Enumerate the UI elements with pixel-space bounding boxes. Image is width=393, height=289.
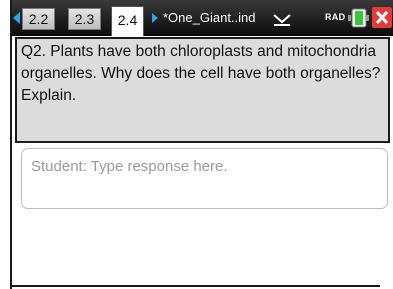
question-text: Q2. Plants have both chloroplasts and mi… (21, 43, 381, 104)
left-arrow-icon[interactable] (13, 12, 20, 24)
angle-mode-label: RAD (325, 12, 346, 22)
close-icon[interactable] (372, 7, 392, 28)
tab-bar-divider (12, 35, 393, 36)
tab-2-3[interactable]: 2.3 (68, 8, 101, 30)
window-frame-left (10, 0, 12, 289)
document-title[interactable]: *One_Giant..ind (163, 10, 256, 26)
battery-icon (348, 8, 369, 28)
tab-2-2[interactable]: 2.2 (22, 8, 55, 30)
response-placeholder: Student: Type response here. (31, 158, 228, 175)
tab-2-4[interactable]: 2.4 (111, 6, 144, 36)
window-frame-bottom (10, 285, 380, 287)
right-arrow-icon[interactable] (152, 13, 158, 23)
chevron-down-icon[interactable] (273, 12, 291, 26)
